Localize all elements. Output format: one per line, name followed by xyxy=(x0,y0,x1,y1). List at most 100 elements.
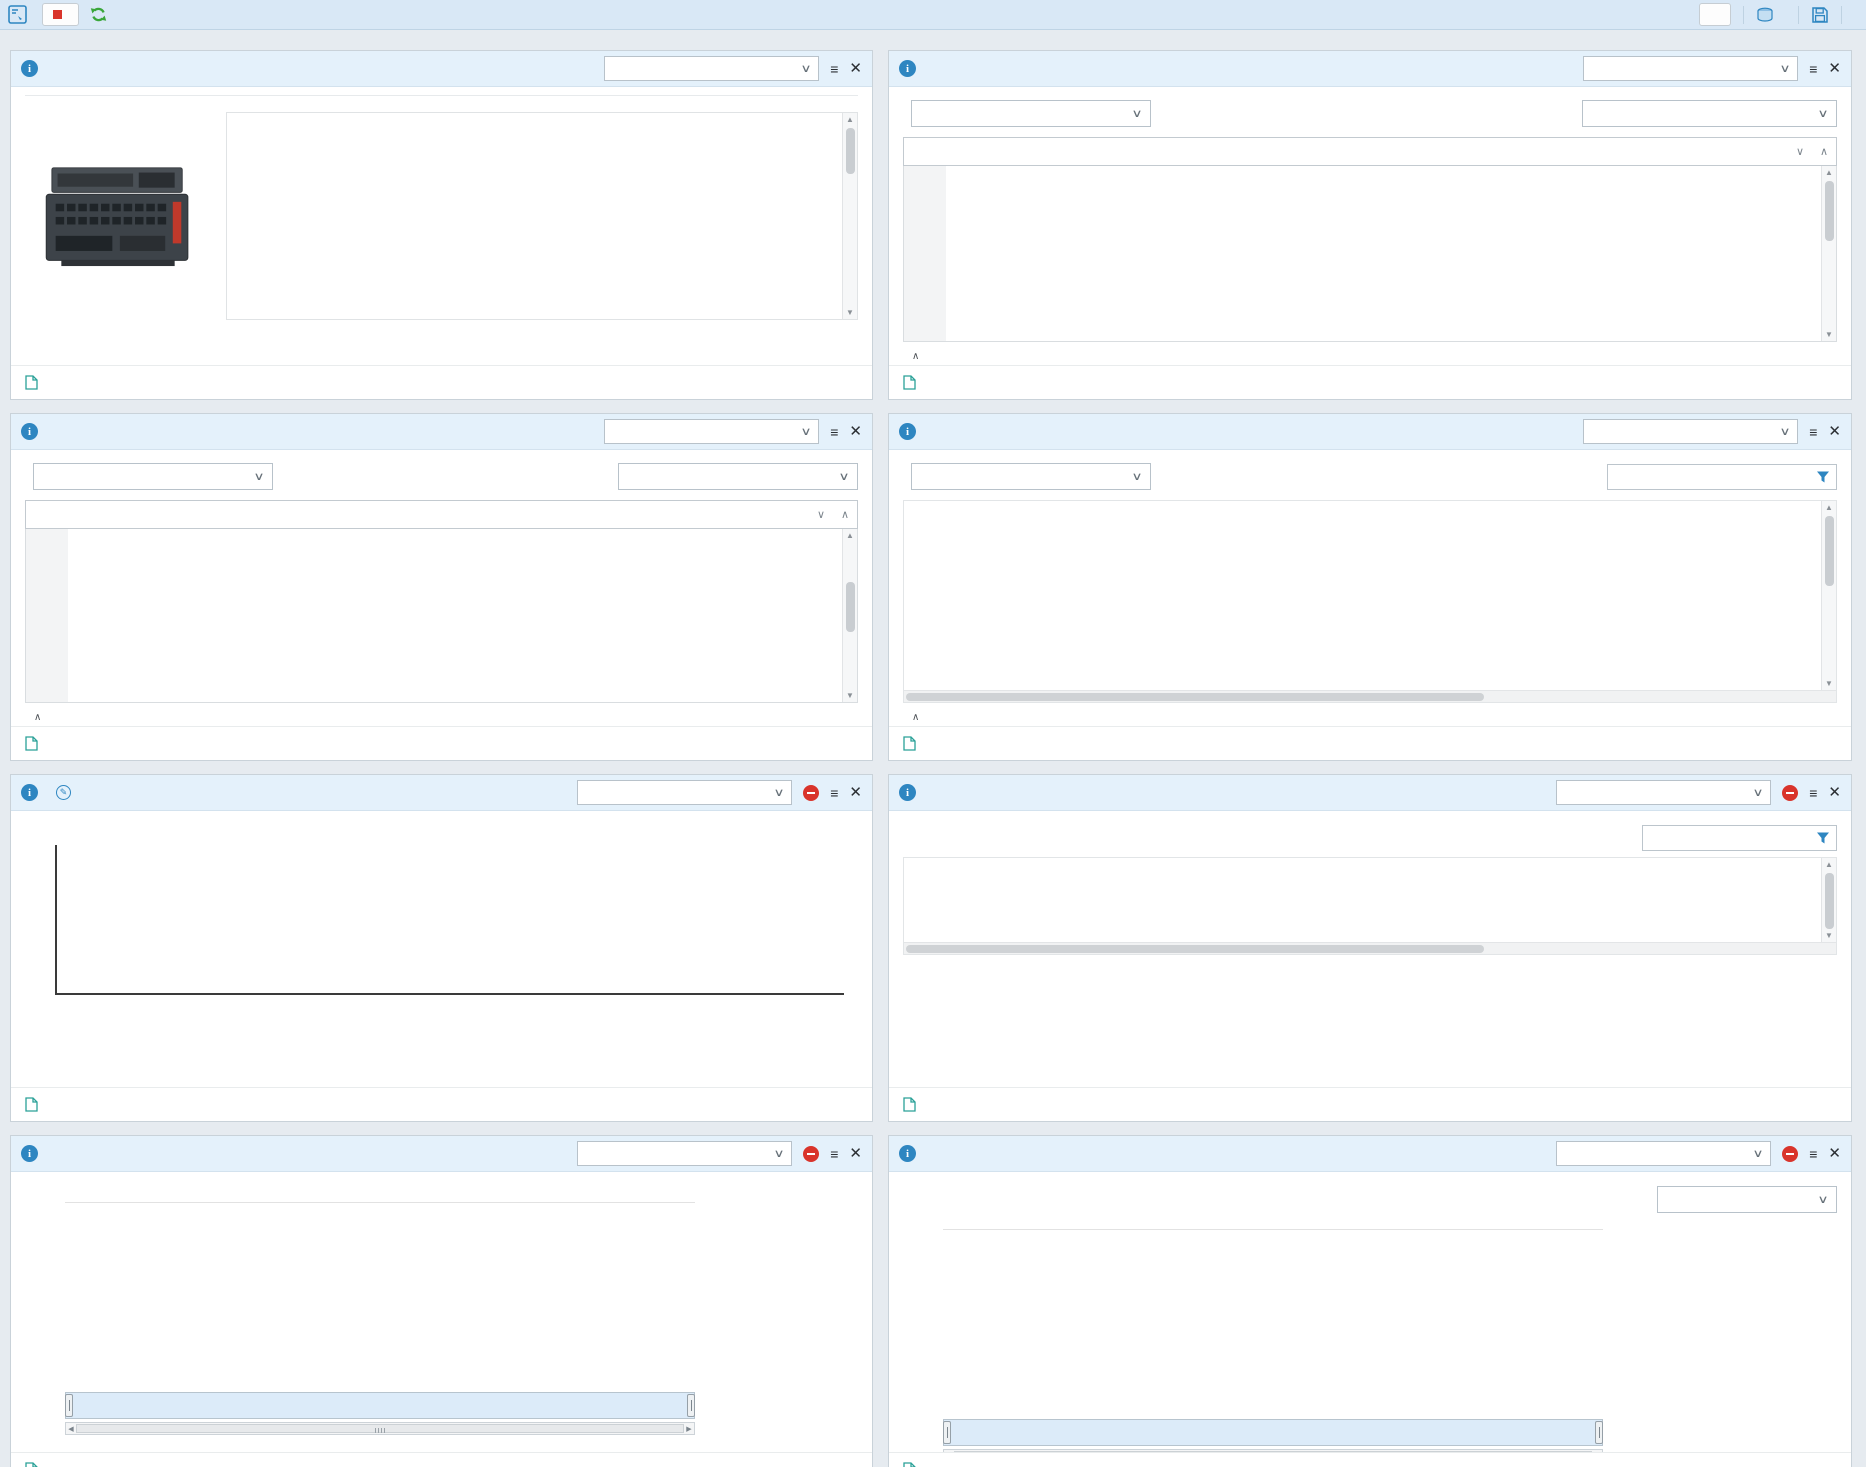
close-icon[interactable]: ✕ xyxy=(1828,61,1841,76)
devices-indicator[interactable] xyxy=(1756,7,1786,23)
collapse-icon[interactable]: ∧ xyxy=(912,712,919,723)
chevron-down-icon: ∨ xyxy=(838,470,849,483)
widget-menu-icon[interactable]: ≡ xyxy=(1809,62,1817,76)
widget-menu-icon[interactable]: ≡ xyxy=(1809,425,1817,439)
close-icon[interactable]: ✕ xyxy=(849,785,862,800)
time-range-slider[interactable] xyxy=(65,1392,695,1419)
datafolder-dropdown[interactable]: ∨ xyxy=(911,100,1151,127)
chevron-down-icon: ∨ xyxy=(774,786,785,799)
device-selector-dropdown[interactable]: ∨ xyxy=(577,1141,792,1166)
close-icon[interactable]: ✕ xyxy=(849,424,862,439)
stop-monitor-icon[interactable] xyxy=(803,785,819,801)
device-event-chart-panel: i ✎ ∨ ≡ ✕ xyxy=(10,774,873,1122)
widget-menu-icon[interactable]: ≡ xyxy=(1809,1147,1817,1161)
device-selector-dropdown[interactable]: ∨ xyxy=(1583,56,1798,81)
widget-menu-icon[interactable]: ≡ xyxy=(1809,786,1817,800)
scroll-up-icon: ▲ xyxy=(846,113,854,126)
note-icon xyxy=(903,736,916,751)
config-code-viewer[interactable]: ▲ ▼ xyxy=(25,529,858,703)
datafolder-dropdown[interactable]: ∨ xyxy=(33,463,273,490)
collapse-icon[interactable]: ∧ xyxy=(912,351,919,362)
vertical-scrollbar[interactable]: ▲ ▼ xyxy=(1821,501,1836,690)
note-icon xyxy=(903,375,916,390)
code-search-input[interactable]: ∨ ∧ xyxy=(25,500,858,529)
vertical-scrollbar[interactable]: ▲ ▼ xyxy=(842,113,857,319)
device-selector-dropdown[interactable]: ∨ xyxy=(604,419,819,444)
vertical-scrollbar[interactable]: ▲ ▼ xyxy=(842,529,857,702)
info-icon: i xyxy=(21,60,38,77)
filter-type-dropdown[interactable]: ∨ xyxy=(1582,100,1837,127)
time-range-slider[interactable] xyxy=(943,1419,1603,1446)
search-prev-icon[interactable]: ∧ xyxy=(1812,138,1836,165)
device-selector-dropdown[interactable]: ∨ xyxy=(1556,780,1771,805)
scrollbar-thumb xyxy=(954,1451,1592,1452)
widget-menu-icon[interactable]: ≡ xyxy=(830,1147,838,1161)
event-filter-input[interactable] xyxy=(1642,825,1837,851)
refresh-icon[interactable] xyxy=(89,5,108,24)
config-code-viewer[interactable]: ▲ ▼ xyxy=(903,166,1837,342)
horizontal-scrollbar[interactable]: ◀ ▶ xyxy=(943,1449,1603,1452)
new-note-bar xyxy=(889,1452,1851,1467)
close-icon[interactable]: ✕ xyxy=(849,1146,862,1161)
scroll-down-icon: ▼ xyxy=(1825,929,1833,942)
metric-dropdown[interactable]: ∨ xyxy=(618,463,858,490)
search-next-icon[interactable]: ∨ xyxy=(809,501,833,528)
mac-table-panel: i ∨ ≡ ✕ ∨ ▲ xyxy=(888,413,1852,761)
close-icon[interactable]: ✕ xyxy=(1828,1146,1841,1161)
execute-time: ∧ xyxy=(903,342,1837,365)
slider-handle-left[interactable] xyxy=(943,1421,951,1444)
search-prev-icon[interactable]: ∧ xyxy=(833,501,857,528)
scrollbar-thumb xyxy=(76,1424,684,1433)
slider-handle-left[interactable] xyxy=(65,1394,73,1417)
new-note-bar xyxy=(11,1452,872,1467)
info-icon: i xyxy=(21,423,38,440)
vertical-scrollbar[interactable]: ▲ ▼ xyxy=(1821,166,1836,341)
scroll-left-icon: ◀ xyxy=(944,1450,954,1452)
device-selector-dropdown[interactable]: ∨ xyxy=(1556,1141,1771,1166)
slider-handle-right[interactable] xyxy=(687,1394,695,1417)
stop-monitor-icon[interactable] xyxy=(1782,785,1798,801)
horizontal-scrollbar[interactable] xyxy=(904,690,1836,702)
horizontal-scrollbar[interactable]: ◀ ▶ xyxy=(65,1422,695,1435)
chevron-down-icon: ∨ xyxy=(1753,1147,1764,1160)
device-selector-dropdown[interactable]: ∨ xyxy=(577,780,792,805)
app-icon[interactable] xyxy=(8,5,27,24)
cpu-memory-line-chart: ◀ ▶ xyxy=(25,1202,858,1435)
search-next-icon[interactable]: ∨ xyxy=(1788,138,1812,165)
stop-button[interactable] xyxy=(42,3,79,26)
close-icon[interactable]: ✕ xyxy=(1828,785,1841,800)
chevron-down-icon: ∨ xyxy=(1753,786,1764,799)
code-search-input[interactable]: ∨ ∧ xyxy=(903,137,1837,166)
add-widget-button[interactable] xyxy=(1699,3,1731,26)
stop-monitor-icon[interactable] xyxy=(803,1146,819,1162)
event-table: ▲ ▼ xyxy=(903,857,1837,955)
device-selector-dropdown[interactable]: ∨ xyxy=(1583,419,1798,444)
scroll-up-icon: ▲ xyxy=(846,529,854,542)
vertical-scrollbar[interactable]: ▲ ▼ xyxy=(1821,858,1836,942)
mac-filter-input[interactable] xyxy=(1607,464,1837,490)
datafolder-dropdown[interactable]: ∨ xyxy=(911,463,1151,490)
device-event-table-panel: i ∨ ≡ ✕ xyxy=(888,774,1852,1122)
top-toolbar xyxy=(0,0,1866,30)
chevron-down-icon: ∨ xyxy=(253,470,264,483)
interface-dropdown[interactable]: ∨ xyxy=(1657,1186,1837,1213)
device-selector-dropdown[interactable]: ∨ xyxy=(604,56,819,81)
edit-icon[interactable]: ✎ xyxy=(56,785,71,800)
device-photo xyxy=(25,112,210,320)
close-icon[interactable]: ✕ xyxy=(849,61,862,76)
stop-monitor-icon[interactable] xyxy=(1782,1146,1798,1162)
toolbar-divider xyxy=(1798,6,1799,24)
scroll-right-icon: ▶ xyxy=(684,1423,694,1434)
widget-menu-icon[interactable]: ≡ xyxy=(830,786,838,800)
chevron-down-icon: ∨ xyxy=(801,62,812,75)
widget-menu-icon[interactable]: ≡ xyxy=(830,425,838,439)
widget-menu-icon[interactable]: ≡ xyxy=(830,62,838,76)
info-icon: i xyxy=(899,1145,916,1162)
scroll-right-icon: ▶ xyxy=(1592,1450,1602,1452)
save-icon[interactable] xyxy=(1811,6,1829,24)
close-icon[interactable]: ✕ xyxy=(1828,424,1841,439)
collapse-icon[interactable]: ∧ xyxy=(34,712,41,723)
slider-handle-right[interactable] xyxy=(1595,1421,1603,1444)
horizontal-scrollbar[interactable] xyxy=(904,942,1836,954)
note-icon xyxy=(903,1462,916,1467)
